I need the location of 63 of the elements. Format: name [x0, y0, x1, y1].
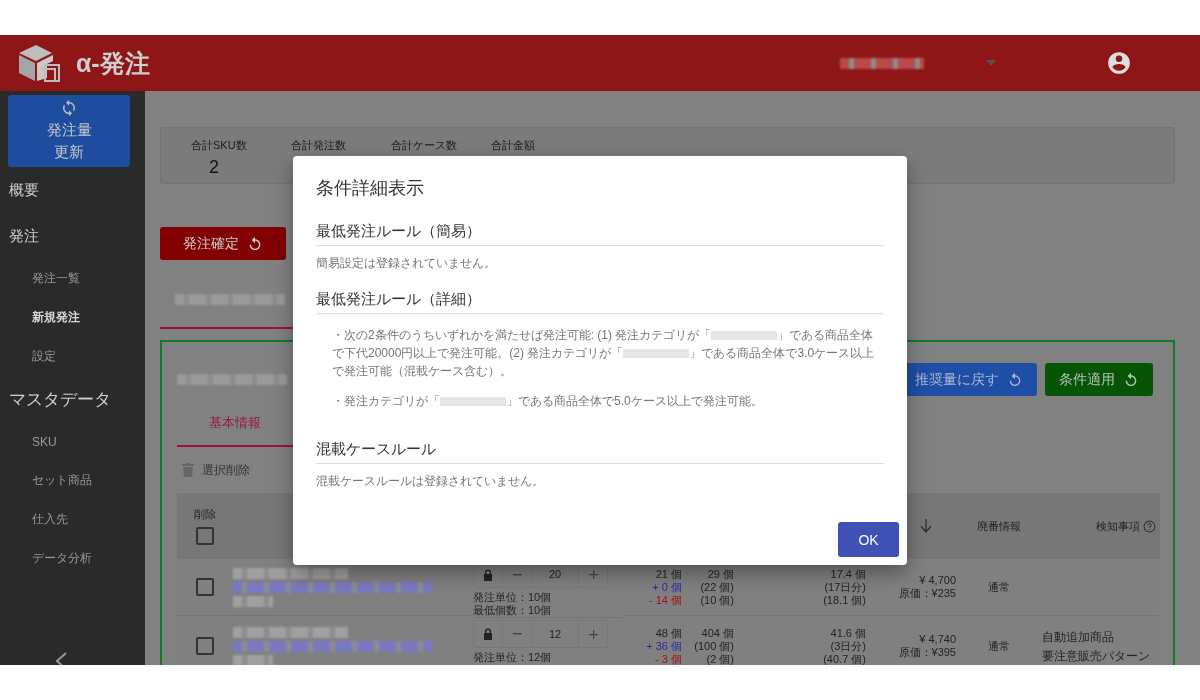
apply-conditions-button[interactable]: 条件適用 [1045, 363, 1153, 396]
quantity-field[interactable]: 12 [532, 621, 579, 647]
nav-item[interactable]: 新規発注 [0, 298, 145, 337]
delete-selected-label[interactable]: 選択削除 [202, 461, 250, 479]
column-header: 廃番情報 [977, 518, 1021, 534]
summary-label: 合計SKU数 [191, 138, 248, 153]
table-cell: (18.1 個) [823, 593, 866, 607]
nav-item[interactable]: SKU [0, 422, 145, 461]
stock-text: + 36 個 [646, 639, 682, 653]
table-cell: (17日分) [824, 580, 866, 594]
stock-text: 48 個 [655, 626, 682, 640]
note-text: 自動追加商品 [1042, 629, 1115, 644]
nav-section[interactable]: 発注 [0, 213, 145, 259]
section-heading: 最低発注ルール（簡易） [316, 222, 884, 246]
note-text: 要注意販売パターン [1042, 648, 1151, 663]
minimum-text: 最低個数：10個 [473, 604, 553, 617]
cost-text: 原価：¥395 [898, 646, 956, 659]
nav-item[interactable]: 仕入先 [0, 500, 145, 539]
rule-text: ・発注カテゴリが「 」である商品全体で5.0ケース以上で発注可能。 [332, 393, 764, 410]
update-quantity-button[interactable]: 発注量更新 [8, 95, 130, 167]
stock-text: - 14 個 [649, 593, 682, 607]
confirm-order-button[interactable]: 発注確定 [160, 227, 286, 260]
summary-label: 合計ケース数 [391, 138, 458, 153]
order-unit-text: 発注単位：12個 [473, 651, 553, 664]
summary-value: 2 [208, 157, 220, 178]
nav-section[interactable]: 概要 [0, 167, 145, 213]
price-text: ¥ 4,740 [919, 633, 956, 646]
dialog-title: 条件詳細表示 [316, 177, 425, 200]
table-cell: 17.4 個 [830, 567, 866, 581]
table-cell: (2 個) [706, 652, 734, 665]
table-cell: (10 個) [700, 593, 734, 607]
table-cell: (3日分) [830, 639, 866, 653]
table-cell: 41.6 個 [830, 626, 866, 640]
stock-text: - 3 個 [655, 652, 682, 665]
stock-text: + 0 個 [652, 580, 682, 594]
table-cell: (100 個) [694, 639, 734, 653]
nav-section[interactable]: マスタデータ [0, 376, 145, 422]
summary-label: 合計金額 [491, 138, 536, 153]
quantity-stepper[interactable]: 12 [473, 620, 608, 648]
price-text: ¥ 4,700 [919, 574, 956, 587]
section-heading: 最低発注ルール（詳細） [316, 290, 884, 314]
cost-text: 原価：¥235 [898, 587, 956, 600]
table-cell: (40.7 個) [823, 652, 866, 665]
rule-text: 混載ケースルールは登録されていません。 [316, 473, 545, 490]
nav-item[interactable]: 発注一覧 [0, 259, 145, 298]
rule-text: 簡易設定は登録されていません。 [316, 255, 497, 272]
rule-text: ・次の2条件のうちいずれかを満たせば発注可能: (1) 発注カテゴリが「 」である商品全体で下代20000円以上で発注可能。(2) 発注カテゴリが「 」である商品全体で3.0ケース以上で発注可能（混載ケース含む）。 [332, 327, 876, 380]
table-cell: (22 個) [700, 580, 734, 594]
summary-label: 合計発注数 [291, 138, 347, 153]
status-text: 通常 [988, 639, 1010, 653]
column-header: 検知事項 [1096, 518, 1140, 534]
ok-button[interactable]: OK [838, 522, 899, 557]
table-cell: 404 個 [701, 626, 734, 640]
status-text: 通常 [988, 580, 1010, 594]
table-cell: 29 個 [707, 567, 734, 581]
stock-text: 21 個 [655, 567, 682, 581]
section-heading: 混載ケースルール [316, 440, 884, 464]
order-unit-text: 発注単位：10個 [473, 591, 553, 604]
nav-item[interactable]: セット商品 [0, 461, 145, 500]
nav-item[interactable]: 設定 [0, 337, 145, 376]
nav-item[interactable]: データ分析 [0, 539, 145, 578]
app-title: α-発注 [76, 47, 150, 79]
column-header: 削除 [194, 507, 216, 522]
